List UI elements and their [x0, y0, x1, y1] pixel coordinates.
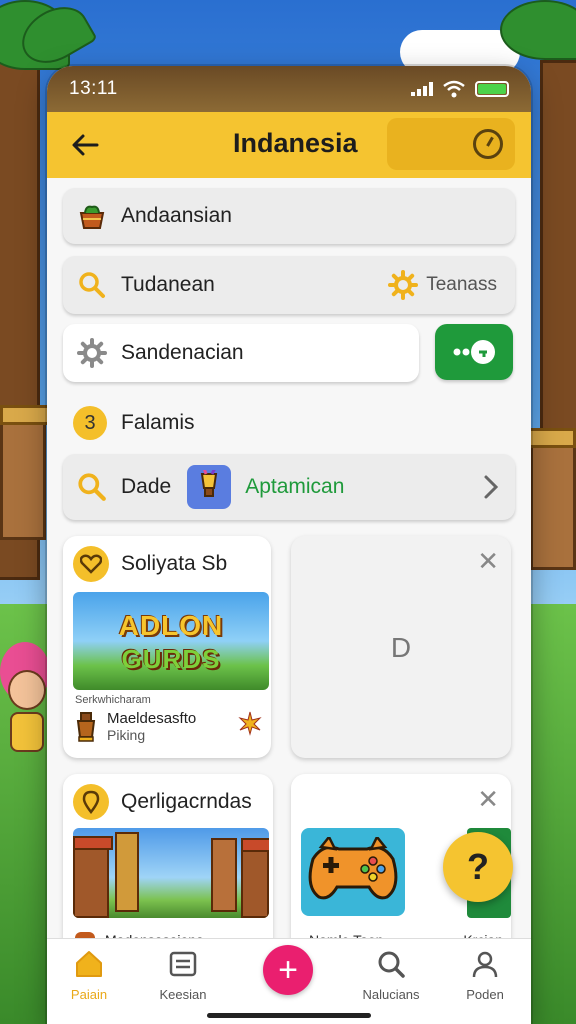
- search-icon: [75, 268, 109, 302]
- top-app-bar: Indanesia: [47, 112, 531, 178]
- section-number-badge: 3: [73, 406, 107, 440]
- card-item-name: Maeldesasfto: [107, 710, 197, 727]
- page-title: Indanesia: [233, 128, 358, 158]
- phone-screen: 13:11 Indanesia Andaansian Tudanean Tean…: [47, 66, 531, 1024]
- row-label: Sandenacian: [121, 341, 244, 364]
- nav-label: Keesian: [159, 987, 207, 1002]
- arrow-left-icon: [72, 134, 99, 156]
- chevron-right-icon: [484, 475, 499, 499]
- sparkle-icon: [238, 711, 262, 736]
- section-title: Falamis: [121, 411, 195, 434]
- game-thumbnail[interactable]: [73, 828, 269, 918]
- search-icon: [378, 951, 405, 978]
- wifi-icon: [443, 80, 465, 98]
- basket-icon: [75, 199, 109, 233]
- home-indicator: [207, 1013, 371, 1018]
- nav-item-profile[interactable]: Poden: [445, 949, 525, 1002]
- character-body: [10, 712, 44, 752]
- nav-item-home[interactable]: Paiain: [49, 949, 129, 1002]
- nav-item-search[interactable]: Nalucians: [351, 949, 431, 1002]
- row-accent-label: Aptamican: [245, 475, 345, 498]
- tower: [211, 838, 237, 912]
- nav-label: Paiain: [70, 987, 108, 1002]
- help-button[interactable]: ?: [443, 832, 513, 902]
- nav-label: Poden: [466, 987, 504, 1002]
- content-card[interactable]: Soliyata Sb ADLON GURDS Serkwhicharam Ma…: [63, 536, 271, 758]
- trophy-icon: [201, 470, 218, 497]
- thumbnail-title-line1: ADLON: [118, 610, 224, 641]
- close-icon[interactable]: ✕: [477, 784, 499, 815]
- search-icon: [75, 470, 109, 504]
- clock-icon: [473, 129, 503, 159]
- nav-item-list[interactable]: Keesian: [143, 949, 223, 1002]
- building: [241, 850, 269, 918]
- character-face: [8, 670, 46, 710]
- placeholder-card[interactable]: ✕ D: [291, 536, 511, 758]
- gamepad-icon: [308, 837, 398, 900]
- section-header: 3 Falamis: [73, 406, 195, 440]
- card-item-sub: Piking: [107, 727, 146, 743]
- row-right-label: Teanass: [426, 274, 497, 295]
- row-label: Tudanean: [121, 273, 215, 296]
- card-item: Maeldesasfto Piking: [75, 710, 196, 743]
- close-icon[interactable]: ✕: [477, 546, 499, 577]
- card-header: Qerligacrndas: [63, 774, 273, 820]
- timer-button[interactable]: [387, 118, 515, 170]
- list-row-tudanean[interactable]: Tudanean Teanass: [63, 256, 515, 314]
- house: [530, 440, 576, 570]
- content-card[interactable]: Qerligacrndas Madonsasaiona: [63, 774, 273, 964]
- status-time: 13:11: [69, 78, 118, 99]
- card-title: Soliyata Sb: [121, 552, 228, 575]
- status-bar: 13:11: [47, 66, 531, 112]
- trophy-icon: [76, 711, 96, 742]
- list-row-andaansian[interactable]: Andaansian: [63, 188, 515, 244]
- roof: [241, 838, 269, 852]
- tower: [115, 832, 139, 912]
- home-icon: [76, 951, 102, 977]
- add-button[interactable]: +: [263, 945, 313, 995]
- list-row-dade[interactable]: Dade Aptamican: [63, 454, 515, 520]
- battery-icon: [475, 81, 509, 97]
- toggle-icon: [453, 340, 495, 364]
- card-title: Qerligacrndas: [121, 790, 252, 813]
- nav-label: Nalucians: [362, 987, 420, 1002]
- thumbnail-title-line2: GURDS: [121, 644, 221, 674]
- game-thumbnail[interactable]: ADLON GURDS: [73, 592, 269, 690]
- status-icons: [411, 80, 509, 98]
- house: [0, 420, 46, 540]
- tree-trunk: [540, 60, 576, 440]
- bottom-navigation: Paiain Keesian + Nalucians Poden: [47, 938, 531, 1024]
- row-label: Dade: [121, 475, 172, 498]
- building: [73, 846, 109, 918]
- house-roof: [0, 405, 50, 425]
- row-label: Andaansian: [121, 204, 232, 227]
- heart-icon: [73, 546, 109, 582]
- gamepad-thumbnail[interactable]: [301, 828, 405, 916]
- person-icon: [472, 951, 498, 978]
- row-meta: Teanass: [388, 270, 497, 300]
- location-pin-icon: [73, 784, 109, 820]
- roof: [73, 836, 113, 850]
- back-button[interactable]: [55, 115, 115, 175]
- gear-icon: [388, 270, 419, 300]
- toggle-switch[interactable]: [435, 324, 513, 380]
- list-row-sandenacian[interactable]: Sandenacian: [63, 324, 419, 382]
- main-content: Andaansian Tudanean Teanass Sandenacian …: [47, 178, 531, 964]
- app-icon: [187, 465, 232, 509]
- card-center-mark: D: [390, 632, 412, 663]
- signal-icon: [411, 82, 433, 96]
- card-caption: Serkwhicharam: [75, 694, 151, 706]
- house-roof: [524, 428, 576, 448]
- list-icon: [169, 951, 197, 977]
- settings-icon: [75, 336, 109, 370]
- card-header: Soliyata Sb: [63, 536, 271, 582]
